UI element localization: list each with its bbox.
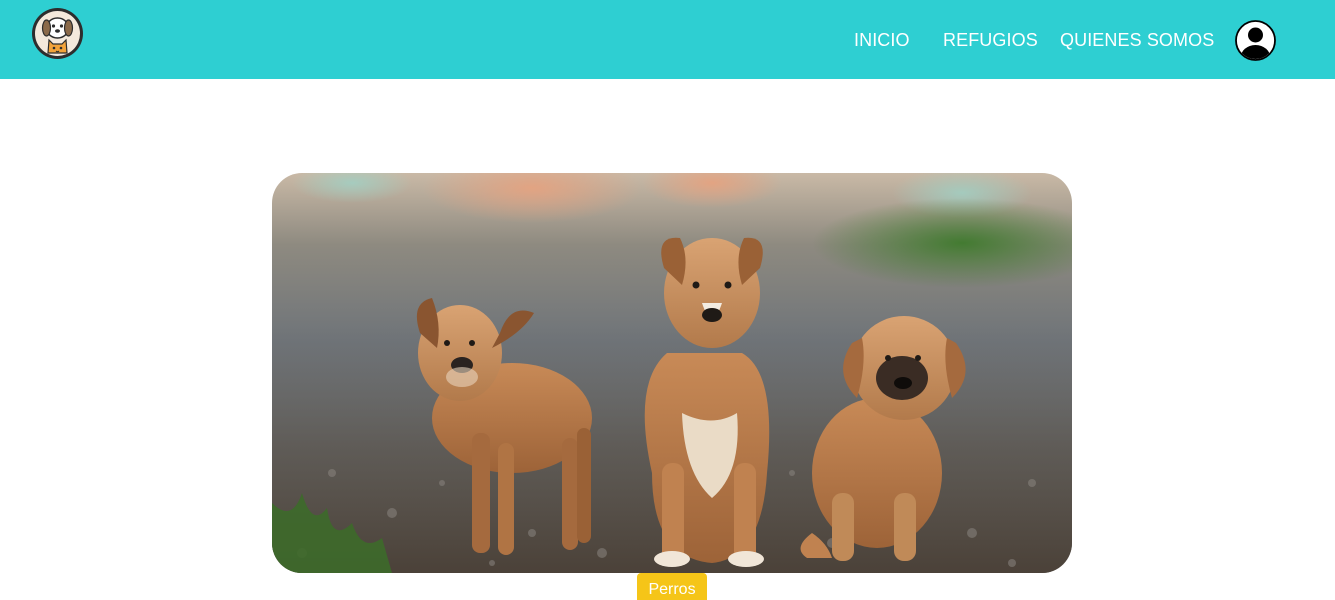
three-puppies-photo	[272, 173, 1072, 573]
nav-link-refugios[interactable]: REFUGIOS	[943, 29, 1038, 51]
category-tag-perros[interactable]: Perros	[637, 573, 707, 600]
nav-link-quienes-somos[interactable]: QUIENES SOMOS	[1060, 29, 1214, 51]
nav-link-inicio[interactable]: INICIO	[854, 29, 910, 51]
main-navigation: INICIO REFUGIOS QUIENES SOMOS	[0, 0, 1335, 79]
user-profile-icon[interactable]	[1235, 20, 1276, 61]
top-navbar: INICIO REFUGIOS QUIENES SOMOS	[0, 0, 1335, 79]
